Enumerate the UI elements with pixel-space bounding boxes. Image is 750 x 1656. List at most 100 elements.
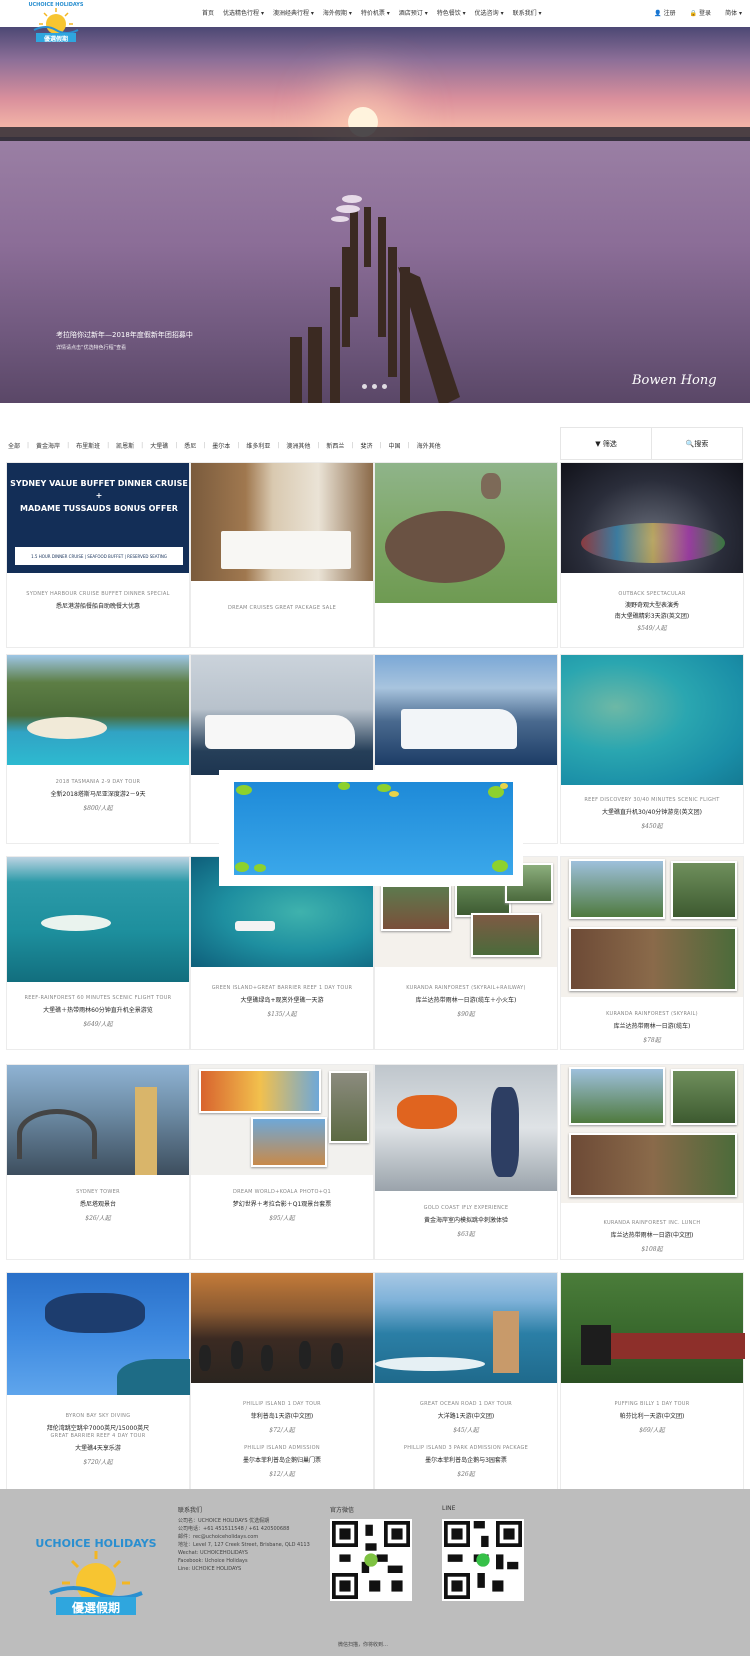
ferry bbox=[401, 709, 517, 749]
tour-card[interactable] bbox=[374, 462, 558, 648]
tour-card[interactable]: SYDNEY TOWER 悉尼塔观景台 $26/人起 bbox=[6, 1064, 190, 1260]
category-gbr[interactable]: 大堡礁 bbox=[150, 441, 168, 450]
category-brisbane[interactable]: 布里斯班 bbox=[76, 441, 100, 450]
nav-home[interactable]: 首页 bbox=[202, 8, 214, 17]
slider-dot[interactable] bbox=[362, 384, 367, 389]
slider-dot[interactable] bbox=[382, 384, 387, 389]
hero-caption-title: 考拉陪你过新年—2018年度假新年团招募中 bbox=[56, 331, 193, 339]
card-title-cn: 拜伦湾跳空跳伞7000英尺/15000英尺 bbox=[46, 1425, 150, 1432]
photo-collage bbox=[471, 913, 541, 957]
nav-consult[interactable]: 优选咨询 ▾ bbox=[475, 8, 504, 17]
category-fiji[interactable]: 斐济 bbox=[360, 441, 372, 450]
card-image bbox=[561, 463, 743, 573]
account-links: 👤 注册 🔒 登录 简体 ▾ bbox=[654, 8, 742, 17]
card-image bbox=[191, 1065, 373, 1175]
tour-card[interactable]: BYRON BAY SKY DIVING 拜伦湾跳空跳伞7000英尺/15000… bbox=[6, 1272, 191, 1492]
tab-filter-label: 筛选 bbox=[602, 439, 617, 448]
footer-logo[interactable]: UCHOICE HOLIDAYS 優選假期 bbox=[30, 1537, 162, 1617]
card-title-cn-2: 墨尔本菲利普岛企鹅与3园套票 bbox=[425, 1457, 507, 1464]
contact-email[interactable]: 邮件：rec@uchoiceholidays.com bbox=[178, 1533, 258, 1541]
white-beach bbox=[27, 717, 107, 739]
tab-filter[interactable]: ▼ 筛选 bbox=[561, 428, 651, 459]
card-image bbox=[7, 857, 189, 982]
photo-collage bbox=[381, 885, 451, 931]
hero-banner[interactable]: 考拉陪你过新年—2018年度假新年团招募中 详情请点击“优选特色行程”查看 Bo… bbox=[0, 27, 750, 403]
tour-card[interactable]: 2018 TASMANIA 2-9 DAY TOUR 全新2018塔斯马尼亚深度… bbox=[6, 654, 190, 844]
card-title-en-2: GREAT BARRIER REEF 4 DAY TOUR bbox=[50, 1433, 146, 1439]
nav-flights[interactable]: 特价机票 ▾ bbox=[361, 8, 390, 17]
qr-code-icon bbox=[444, 1521, 522, 1599]
category-australia-other[interactable]: 澳洲其他 bbox=[286, 441, 310, 450]
wechat-note: 微信扫描，你将收到… bbox=[338, 1642, 389, 1648]
login-link[interactable]: 🔒 登录 bbox=[690, 8, 711, 17]
tour-card[interactable]: DREAM CRUISES GREAT PACKAGE SALE bbox=[190, 462, 374, 648]
tour-card[interactable]: DREAM WORLD+KOALA PHOTO+Q1 梦幻世界＋考拉合影＋Q1观… bbox=[190, 1064, 374, 1260]
slider-dot[interactable] bbox=[372, 384, 377, 389]
site-footer: UCHOICE HOLIDAYS 優選假期 联系我们 公司名：UCHOICE H… bbox=[0, 1489, 750, 1656]
category-china[interactable]: 中国 bbox=[389, 441, 401, 450]
tour-card[interactable]: REEF-RAINFOREST 60 MINUTES SCENIC FLIGHT… bbox=[6, 856, 190, 1050]
harbour-bridge bbox=[17, 1109, 97, 1159]
card-title-cn: 帕芬比利一天游(中文团) bbox=[619, 1413, 685, 1420]
card-title-cn-2: 南大堡礁精彩3天游(英文团) bbox=[614, 613, 690, 620]
nav-contact[interactable]: 联系我们 ▾ bbox=[513, 8, 542, 17]
surf bbox=[375, 1357, 485, 1371]
card-title-en: BYRON BAY SKY DIVING bbox=[65, 1413, 131, 1419]
card-title-en: GREAT OCEAN ROAD 1 DAY TOUR bbox=[419, 1401, 513, 1407]
nav-australia-tours[interactable]: 澳洲经典行程 ▾ bbox=[273, 8, 314, 17]
card-title-en: GREEN ISLAND+GREAT BARRIER REEF 1 DAY TO… bbox=[211, 985, 353, 991]
language-select[interactable]: 简体 ▾ bbox=[725, 8, 742, 17]
nav-hotels[interactable]: 酒店预订 ▾ bbox=[399, 8, 428, 17]
card-title-en: GOLD COAST IFLY EXPERIENCE bbox=[423, 1205, 509, 1211]
tab-search[interactable]: 🔍 搜索 bbox=[651, 428, 742, 459]
tour-card[interactable]: SYDNEY VALUE BUFFET DINNER CRUISE + MADA… bbox=[6, 462, 190, 648]
card-title-cn: 大洋路1天游(中文团) bbox=[437, 1413, 495, 1420]
wombat bbox=[385, 511, 505, 583]
penguin bbox=[199, 1345, 211, 1371]
tour-card[interactable]: KURANDA RAINFOREST (SKYRAIL) 库兰达热带雨林一日游(… bbox=[560, 856, 744, 1050]
yacht bbox=[205, 715, 355, 749]
nav-dining[interactable]: 特色餐饮 ▾ bbox=[437, 8, 466, 17]
skydivers bbox=[45, 1293, 145, 1333]
main-nav: 首页 优选精色行程 ▾ 澳洲经典行程 ▾ 海外假期 ▾ 特价机票 ▾ 酒店预订 … bbox=[202, 8, 542, 17]
filter-icon: ▼ bbox=[595, 439, 601, 448]
tour-card[interactable]: REEF DISCOVERY 30/40 MINUTES SCENIC FLIG… bbox=[560, 654, 744, 844]
wechat-qr-code bbox=[330, 1519, 412, 1601]
penguin bbox=[299, 1341, 311, 1369]
tour-card[interactable]: PHILLIP ISLAND 1 DAY TOUR 菲利普岛1天游(中文团) $… bbox=[190, 1272, 374, 1492]
nav-overseas[interactable]: 海外假期 ▾ bbox=[323, 8, 352, 17]
nav-label: 澳洲经典行程 bbox=[272, 10, 309, 17]
tour-card[interactable]: OUTBACK SPECTACULAR 澳野奇观大型表演秀 南大堡礁精彩3天游(… bbox=[560, 462, 744, 648]
card-image bbox=[561, 1065, 743, 1203]
tour-card[interactable]: GOLD COAST IFLY EXPERIENCE 黄金海岸室内模拟跳伞刺激体… bbox=[374, 1064, 558, 1260]
category-overseas-other[interactable]: 海外其他 bbox=[417, 441, 441, 450]
card-title-cn: 悉尼塔观景台 bbox=[79, 1201, 116, 1208]
category-new-zealand[interactable]: 新西兰 bbox=[326, 441, 344, 450]
contact-facebook[interactable]: Facebook: Uchoice Holidays bbox=[178, 1557, 248, 1565]
card-price: $90起 bbox=[457, 1011, 475, 1018]
card-title-en: PUFFING BILLY 1 DAY TOUR bbox=[614, 1401, 690, 1407]
category-melbourne[interactable]: 墨尔本 bbox=[212, 441, 230, 450]
wechat-heading: 官方微信 bbox=[330, 1507, 355, 1514]
site-logo[interactable]: UCHOICE HOLIDAYS 優選假期 bbox=[26, 2, 86, 44]
category-all[interactable]: 全部 bbox=[8, 441, 20, 450]
filter-tabs: ▼ 筛选 🔍 搜索 bbox=[560, 427, 743, 460]
ad-popup[interactable] bbox=[219, 770, 523, 886]
nav-featured-tours[interactable]: 优选精色行程 ▾ bbox=[223, 8, 264, 17]
tour-card[interactable]: KURANDA RAINFOREST INC. LUNCH 库兰达热带雨林一日游… bbox=[560, 1064, 744, 1260]
card-image: SYDNEY VALUE BUFFET DINNER CRUISE + MADA… bbox=[7, 463, 189, 573]
card-title-en: REEF-RAINFOREST 60 MINUTES SCENIC FLIGHT… bbox=[24, 995, 172, 1001]
ad-banner bbox=[234, 782, 513, 875]
tour-card[interactable]: PUFFING BILLY 1 DAY TOUR 帕芬比利一天游(中文团) $6… bbox=[560, 1272, 745, 1492]
category-cairns[interactable]: 凯恩斯 bbox=[116, 441, 134, 450]
tour-card[interactable]: GREAT OCEAN ROAD 1 DAY TOUR 大洋路1天游(中文团) … bbox=[374, 1272, 558, 1492]
category-victoria[interactable]: 维多利亚 bbox=[246, 441, 270, 450]
card-title-cn: 悉尼港游船餐船自助晚餐大优惠 bbox=[55, 603, 140, 610]
flyer-orange bbox=[397, 1095, 457, 1129]
category-sydney[interactable]: 悉尼 bbox=[184, 441, 196, 450]
penguin bbox=[331, 1343, 343, 1369]
logo-text-en: UCHOICE HOLIDAYS bbox=[28, 2, 84, 8]
category-gold-coast[interactable]: 黄金海岸 bbox=[36, 441, 60, 450]
register-link[interactable]: 👤 注册 bbox=[654, 8, 675, 17]
card-image bbox=[191, 463, 373, 581]
